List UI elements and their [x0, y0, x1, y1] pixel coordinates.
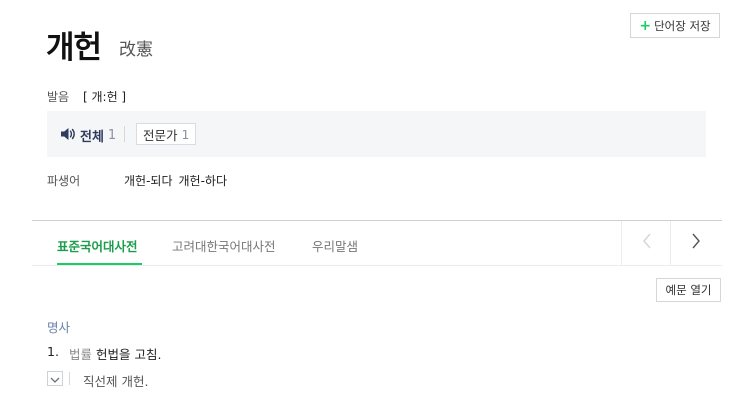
derivatives-list: 개헌-되다 개헌-하다 — [124, 172, 227, 189]
tab-urimalsaem[interactable]: 우리말샘 — [312, 236, 358, 255]
tab-prev-button[interactable] — [622, 221, 671, 265]
chevron-right-icon — [691, 233, 701, 253]
save-to-wordbook-label: 단어장 저장 — [654, 18, 711, 33]
derivatives-label: 파생어 — [47, 174, 81, 188]
example-sentence: 직선제 개헌. — [83, 374, 149, 389]
tab-korea-university-dictionary[interactable]: 고려대한국어대사전 — [172, 236, 276, 255]
derivative-link[interactable]: 개헌-하다 — [179, 172, 228, 189]
pronunciation-value: [ 개:헌 ] — [83, 90, 127, 104]
audio-expert-button[interactable]: 전문가 1 — [136, 123, 197, 145]
example-expand-button[interactable] — [47, 371, 63, 386]
derivative-link[interactable]: 개헌-되다 — [124, 172, 173, 189]
part-of-speech: 명사 — [47, 320, 71, 335]
speaker-icon — [60, 127, 76, 145]
pronunciation-label: 발음 — [47, 90, 70, 104]
audio-all-label: 전체 — [80, 130, 104, 145]
audio-all-count: 1 — [107, 128, 117, 143]
tab-standard-dictionary[interactable]: 표준국어대사전 — [57, 236, 138, 255]
definition-field-label: 법률 — [69, 347, 93, 362]
hanja: 改憲 — [119, 40, 153, 60]
audio-all-button[interactable]: 전체 1 — [60, 126, 116, 145]
audio-expert-label: 전문가 — [143, 127, 178, 143]
tabs-top-border — [32, 220, 722, 221]
save-to-wordbook-button[interactable]: + 단어장 저장 — [630, 13, 720, 38]
plus-icon: + — [639, 17, 652, 34]
audio-divider — [124, 126, 125, 142]
chevron-left-icon — [642, 233, 652, 253]
example-divider — [69, 372, 70, 385]
tab-next-button[interactable] — [671, 221, 720, 265]
definition-text: 법률 헌법을 고침. — [69, 344, 161, 363]
definition-body: 헌법을 고침. — [96, 347, 162, 362]
headword: 개헌 — [46, 30, 102, 66]
chevron-down-icon — [50, 369, 60, 388]
tabs-bottom-border — [32, 265, 722, 266]
definition-number: 1. — [47, 344, 59, 359]
open-examples-button[interactable]: 예문 열기 — [656, 278, 721, 302]
audio-expert-count: 1 — [181, 126, 190, 142]
